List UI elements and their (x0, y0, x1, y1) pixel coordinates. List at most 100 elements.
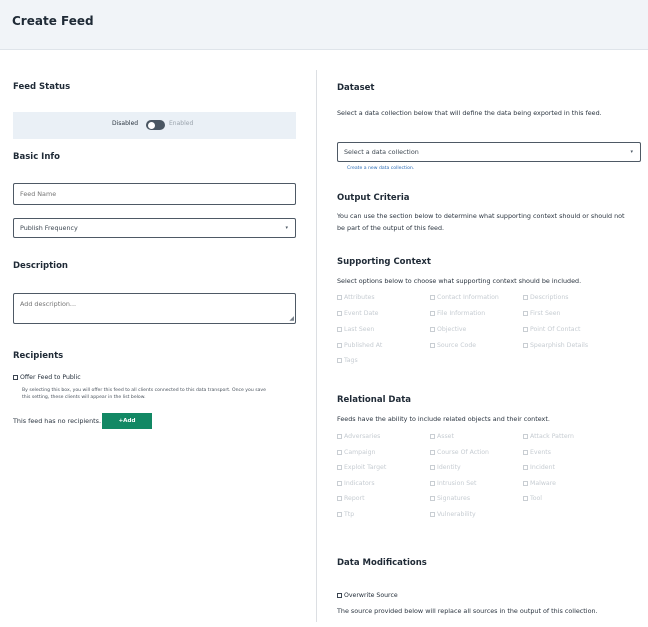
option-intrusion-set[interactable]: Intrusion Set (430, 480, 476, 487)
feed-name-field[interactable] (13, 183, 296, 205)
option-label: Adversaries (344, 433, 381, 440)
option-descriptions[interactable]: Descriptions (523, 294, 568, 301)
toggle-knob (147, 121, 155, 129)
option-label: Signatures (437, 495, 471, 502)
option-attributes[interactable]: Attributes (337, 294, 375, 301)
create-data-collection-link[interactable]: Create a new data collection. (347, 166, 414, 171)
option-campaign[interactable]: Campaign (337, 449, 375, 456)
offer-public-checkbox[interactable]: Offer Feed to Public (13, 374, 81, 381)
feed-status-toggle[interactable] (146, 120, 165, 130)
option-label: Last Seen (344, 326, 375, 333)
dataset-heading: Dataset (337, 83, 375, 93)
offer-public-label: Offer Feed to Public (20, 374, 81, 381)
data-collection-select[interactable]: Select a data collection ▾ (337, 142, 641, 162)
checkbox-icon (337, 593, 342, 598)
data-collection-value: Select a data collection (344, 148, 419, 156)
no-recipients-text: This feed has no recipients. (13, 417, 101, 425)
checkbox-icon (337, 465, 342, 470)
output-criteria-help-line-1: You can use the section below to determi… (337, 212, 625, 220)
checkbox-icon (523, 311, 528, 316)
checkbox-icon (523, 481, 528, 486)
checkbox-icon (523, 343, 528, 348)
option-spearphish-details[interactable]: Spearphish Details (523, 342, 588, 349)
option-events[interactable]: Events (523, 449, 551, 456)
option-objective[interactable]: Objective (430, 326, 466, 333)
checkbox-icon (523, 496, 528, 501)
option-label: Report (344, 495, 365, 502)
option-label: Spearphish Details (530, 342, 589, 349)
column-divider (316, 70, 317, 622)
option-exploit-target[interactable]: Exploit Target (337, 464, 386, 471)
data-modifications-heading: Data Modifications (337, 558, 427, 568)
option-ttp[interactable]: Ttp (337, 511, 354, 518)
checkbox-icon (430, 434, 435, 439)
option-contact-information[interactable]: Contact Information (430, 294, 499, 301)
checkbox-icon (430, 327, 435, 332)
option-event-date[interactable]: Event Date (337, 310, 378, 317)
option-tool[interactable]: Tool (523, 495, 542, 502)
description-heading: Description (13, 261, 68, 271)
feed-name-input[interactable] (20, 190, 295, 198)
option-label: Attributes (344, 294, 375, 301)
option-vulnerability[interactable]: Vulnerability (430, 511, 476, 518)
option-source-code[interactable]: Source Code (430, 342, 476, 349)
option-label: Vulnerability (437, 511, 476, 518)
supporting-context-heading: Supporting Context (337, 257, 431, 267)
option-label: First Seen (530, 310, 561, 317)
output-criteria-heading: Output Criteria (337, 193, 410, 203)
option-label: Source Code (437, 342, 477, 349)
dataset-help: Select a data collection below that will… (337, 109, 602, 117)
option-label: Objective (437, 326, 467, 333)
checkbox-icon (337, 358, 342, 363)
option-last-seen[interactable]: Last Seen (337, 326, 374, 333)
option-asset[interactable]: Asset (430, 433, 454, 440)
offer-public-help: By selecting this box, you will offer th… (22, 387, 322, 401)
option-malware[interactable]: Malware (523, 480, 556, 487)
option-tags[interactable]: Tags (337, 357, 358, 364)
option-first-seen[interactable]: First Seen (523, 310, 560, 317)
checkbox-icon (523, 434, 528, 439)
option-incident[interactable]: Incident (523, 464, 555, 471)
option-file-information[interactable]: File Information (430, 310, 485, 317)
description-field[interactable]: ◢ (13, 293, 296, 324)
checkbox-icon (430, 295, 435, 300)
option-report[interactable]: Report (337, 495, 365, 502)
option-indicators[interactable]: Indicators (337, 480, 375, 487)
option-label: Published At (344, 342, 383, 349)
option-label: Point Of Contact (530, 326, 581, 333)
checkbox-icon (337, 295, 342, 300)
option-label: Events (530, 449, 551, 456)
offer-public-help-line-2: this setting, these clients will appear … (22, 395, 146, 400)
add-recipient-button[interactable]: +Add (102, 413, 152, 429)
option-published-at[interactable]: Published At (337, 342, 382, 349)
option-course-of-action[interactable]: Course Of Action (430, 449, 489, 456)
checkbox-icon (337, 343, 342, 348)
relational-data-heading: Relational Data (337, 395, 412, 405)
option-signatures[interactable]: Signatures (430, 495, 470, 502)
option-label: Contact Information (437, 294, 499, 301)
option-point-of-contact[interactable]: Point Of Contact (523, 326, 580, 333)
option-label: Descriptions (530, 294, 569, 301)
disabled-label: Disabled (112, 120, 139, 127)
option-identity[interactable]: Identity (430, 464, 461, 471)
checkbox-icon (337, 450, 342, 455)
supporting-context-help: Select options below to choose what supp… (337, 277, 582, 285)
checkbox-icon (337, 512, 342, 517)
publish-frequency-select[interactable]: Publish Frequency ▾ (13, 218, 296, 238)
option-attack-pattern[interactable]: Attack Pattern (523, 433, 574, 440)
description-textarea[interactable] (20, 294, 295, 323)
checkbox-icon (430, 512, 435, 517)
recipients-heading: Recipients (13, 351, 64, 361)
option-label: Indicators (344, 480, 375, 487)
option-label: Tags (344, 357, 358, 364)
checkbox-icon (523, 465, 528, 470)
option-label: Identity (437, 464, 461, 471)
data-modifications-help: The source provided below will replace a… (337, 607, 598, 615)
overwrite-source-checkbox[interactable]: Overwrite Source (337, 592, 398, 599)
option-label: Malware (530, 480, 556, 487)
option-label: Attack Pattern (530, 433, 574, 440)
resize-handle-icon[interactable]: ◢ (289, 316, 294, 322)
option-adversaries[interactable]: Adversaries (337, 433, 380, 440)
checkbox-icon (337, 481, 342, 486)
option-label: Asset (437, 433, 454, 440)
